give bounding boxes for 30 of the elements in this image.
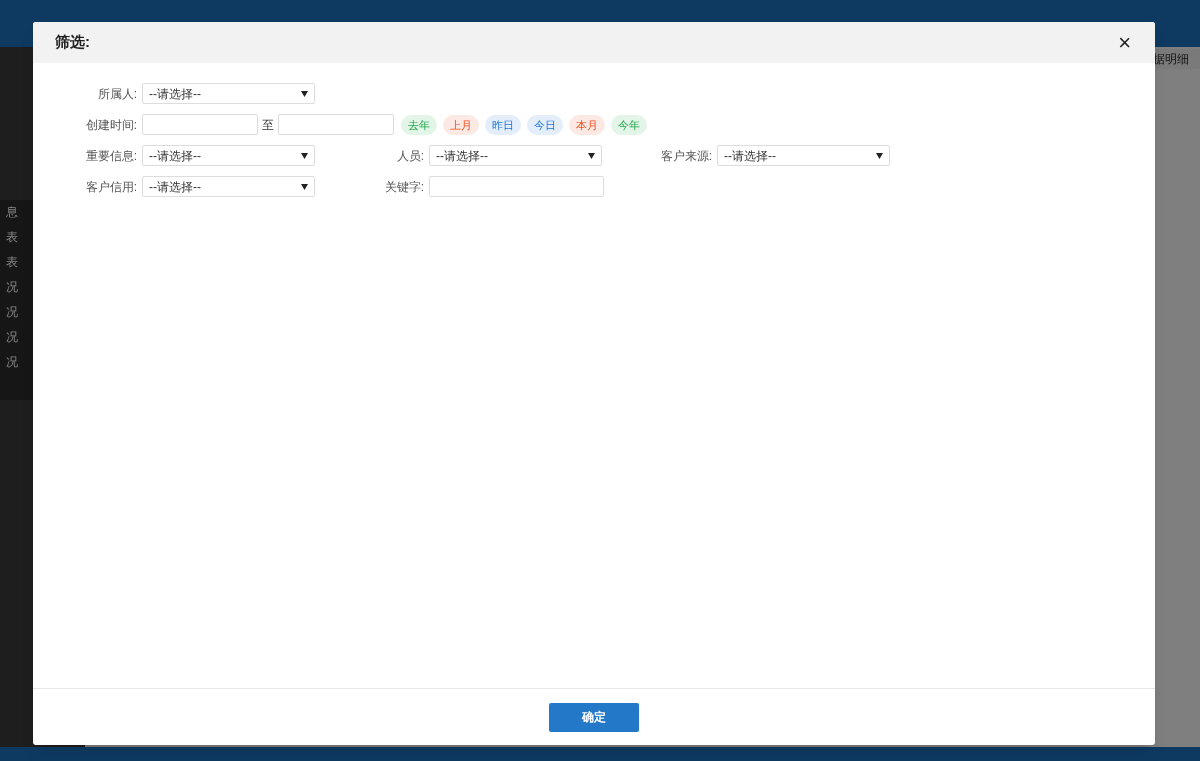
caret-icon [876, 152, 883, 159]
date-shortcut[interactable]: 去年 [401, 114, 437, 135]
input-field[interactable] [429, 176, 604, 197]
field-label: 创建时间: [84, 116, 138, 134]
date-shortcut[interactable]: 本月 [569, 114, 605, 135]
caret-icon [301, 152, 308, 159]
dropdown[interactable]: --请选择-- [142, 176, 315, 197]
caret-icon [301, 90, 308, 97]
dropdown[interactable]: --请选择-- [142, 145, 315, 166]
caret-icon [588, 152, 595, 159]
field-label: 客户来源: [659, 147, 713, 165]
caret-icon [301, 183, 308, 190]
field-label: 人员: [395, 147, 425, 165]
date-shortcut[interactable]: 上月 [443, 114, 479, 135]
close-button[interactable]: × [1116, 31, 1133, 54]
date-shortcut[interactable]: 昨日 [485, 114, 521, 135]
date-field[interactable] [278, 114, 394, 135]
field-label: 关键字: [383, 178, 425, 196]
dropdown[interactable]: --请选择-- [429, 145, 602, 166]
range-separator: 至 [261, 116, 275, 134]
field-label: 客户信用: [84, 178, 138, 196]
dropdown[interactable]: --请选择-- [717, 145, 890, 166]
dropdown[interactable]: --请选择-- [142, 83, 315, 104]
date-shortcut[interactable]: 今日 [527, 114, 563, 135]
date-shortcut[interactable]: 今年 [611, 114, 647, 135]
dialog-title: 筛选: [55, 32, 90, 53]
field-label: 所属人: [96, 85, 138, 103]
confirm-button[interactable]: 确定 [549, 702, 639, 732]
field-label: 重要信息: [84, 147, 138, 165]
date-field[interactable] [142, 114, 258, 135]
